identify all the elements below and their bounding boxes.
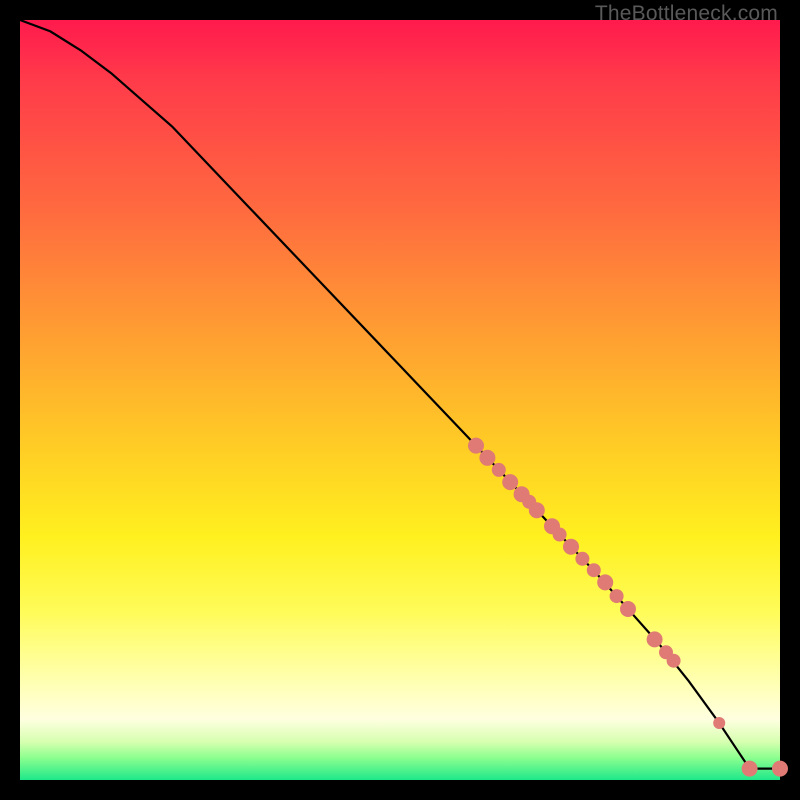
highlight-point bbox=[575, 552, 589, 566]
highlight-point bbox=[597, 574, 613, 590]
highlight-point bbox=[772, 761, 788, 777]
highlight-point bbox=[742, 761, 758, 777]
highlight-point bbox=[587, 563, 601, 577]
highlight-point bbox=[468, 438, 484, 454]
chart-frame: TheBottleneck.com bbox=[0, 0, 800, 800]
highlight-point bbox=[529, 502, 545, 518]
highlight-point bbox=[563, 539, 579, 555]
highlight-point bbox=[647, 631, 663, 647]
highlight-point bbox=[479, 450, 495, 466]
highlight-point bbox=[713, 717, 725, 729]
highlight-point bbox=[492, 463, 506, 477]
highlight-point bbox=[502, 474, 518, 490]
highlight-point bbox=[667, 654, 681, 668]
highlight-point bbox=[620, 601, 636, 617]
highlight-point bbox=[610, 589, 624, 603]
highlight-point bbox=[553, 528, 567, 542]
plot-area bbox=[20, 20, 780, 780]
chart-svg bbox=[20, 20, 780, 780]
